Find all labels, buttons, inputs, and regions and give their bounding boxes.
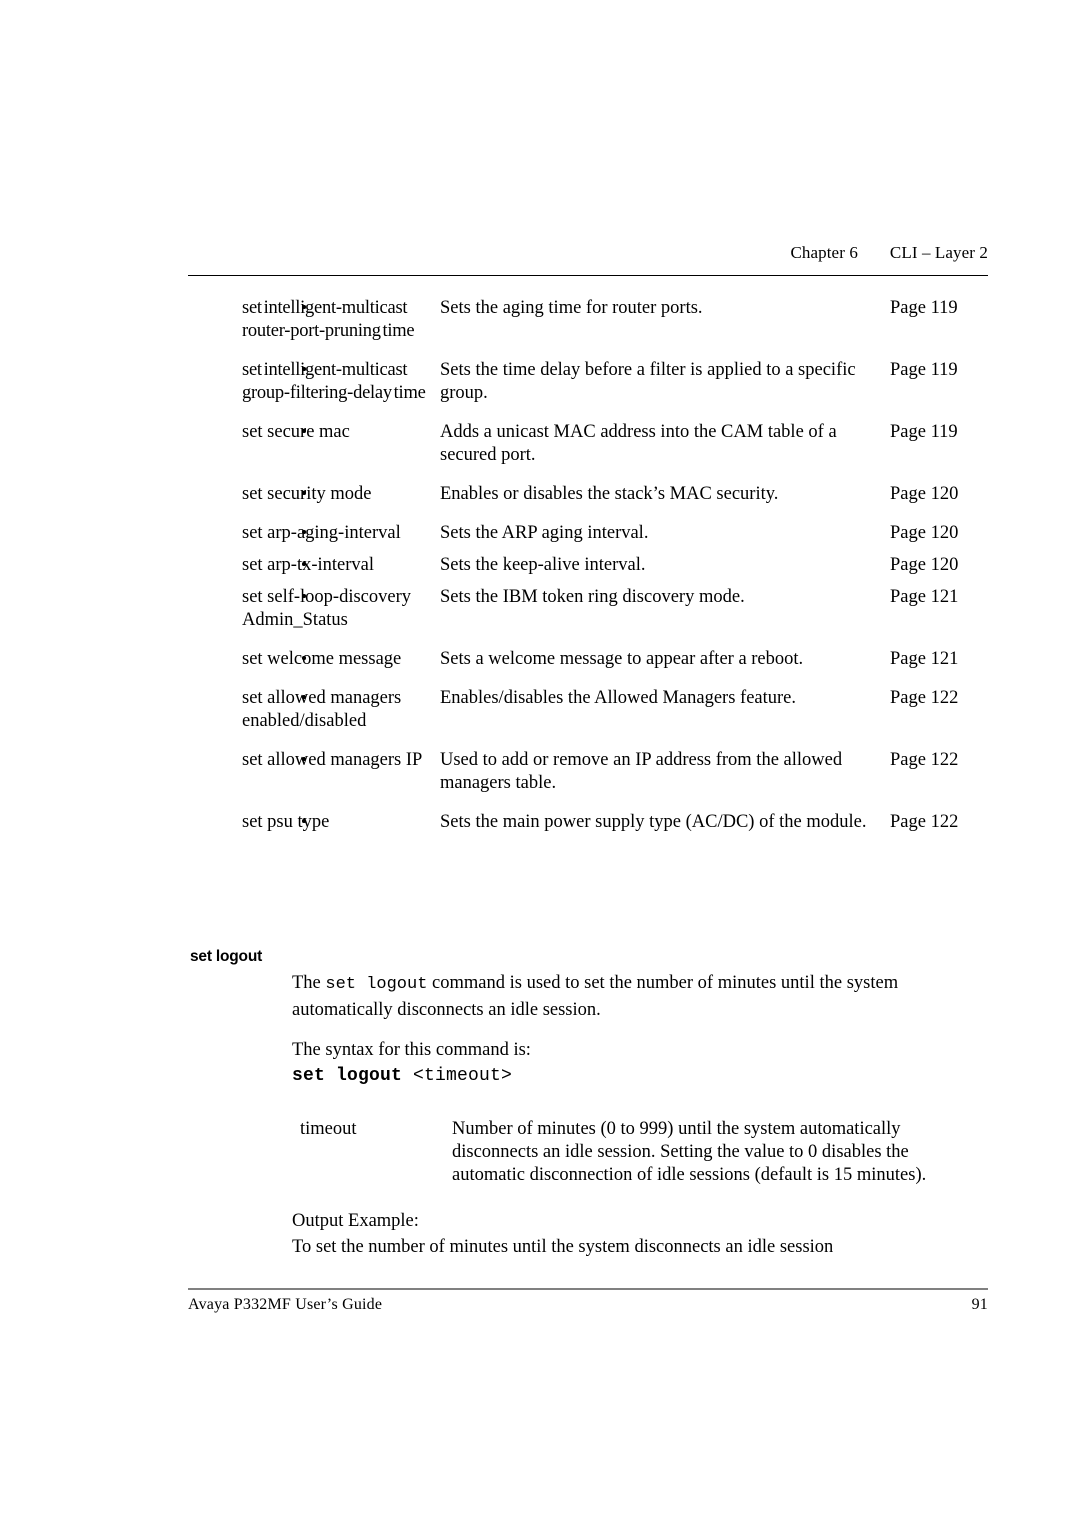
inline-command-code: set logout [325,975,428,994]
table-row: set psu type Sets the main power supply … [188,811,988,834]
page-reference[interactable]: Page 119 [880,421,988,444]
bullet-icon [302,530,306,534]
bullet-icon [302,695,306,699]
parameter-term: timeout [300,1119,357,1139]
command-cell: set welcome message [188,648,428,671]
syntax-command: set logout [292,1066,403,1086]
bullet-icon [302,656,306,660]
table-row: set security mode Enables or disables th… [188,483,988,506]
syntax-lead-in: The syntax for this command is: [292,1040,531,1060]
page-reference[interactable]: Page 120 [880,522,988,545]
command-description: Sets the aging time for router ports. [440,298,703,318]
table-row: set intelligent-multicast router-port-pr… [188,297,988,343]
command-name: set arp-aging-interval [242,523,401,543]
page-reference[interactable]: Page 122 [880,749,988,772]
running-head-section: CLI – Layer 2 [889,243,988,262]
parameter-description: Number of minutes (0 to 999) until the s… [452,1119,927,1185]
footer-rule [188,1288,988,1290]
command-name: set psu type [242,812,330,832]
command-name: set welcome message [242,649,402,669]
command-name: set allowed managers enabled/disabled [242,688,402,731]
page-reference[interactable]: Page 120 [880,483,988,506]
command-cell: set security mode [188,483,428,506]
command-name: set arp-tx-interval [242,555,375,575]
bullet-icon [302,367,306,371]
page-reference[interactable]: Page 119 [880,297,988,320]
document-page: Chapter 6 CLI – Layer 2 set intelligent-m… [0,0,1080,1528]
command-description: Sets the ARP aging interval. [440,523,649,543]
command-description: Sets the IBM token ring discovery mode. [440,587,745,607]
output-example-label: Output Example: [292,1211,419,1231]
running-head-chapter: Chapter 6 [790,243,858,262]
command-description: Sets a welcome message to appear after a… [440,649,804,669]
table-row: set intelligent-multicast group-filterin… [188,359,988,405]
table-row: set allowed managers enabled/disabled En… [188,687,988,733]
table-row: set allowed managers IP Used to add or r… [188,749,988,795]
bullet-icon [302,491,306,495]
output-example-text: To set the number of minutes until the s… [292,1236,834,1257]
command-description: Enables/disables the Allowed Managers fe… [440,688,797,708]
command-cell: set self-loop-discovery Admin_Status [188,586,428,632]
command-name: set security mode [242,484,372,504]
command-cell: set allowed managers IP [188,749,428,772]
command-cell: set intelligent-multicast group-filterin… [188,359,428,405]
command-cell: set arp-tx-interval [188,554,428,577]
command-description: Used to add or remove an IP address from… [440,750,843,793]
page-reference[interactable]: Page 120 [880,554,988,577]
table-row: set secure mac Adds a unicast MAC addres… [188,421,988,467]
page-reference[interactable]: Page 122 [880,687,988,710]
command-description: Sets the keep-alive interval. [440,555,646,575]
bullet-icon [302,429,306,433]
table-row: set arp-aging-interval Sets the ARP agin… [188,522,988,545]
page-reference[interactable]: Page 122 [880,811,988,834]
bullet-icon [302,305,306,309]
command-name: set intelligent-multicast group-filterin… [242,360,426,403]
command-cell: set psu type [188,811,428,834]
command-name: set secure mac [242,422,350,442]
table-row: set self-loop-discovery Admin_Status Set… [188,586,988,632]
page-footer: Avaya P332MF User’s Guide 91 [188,1296,988,1314]
bullet-icon [302,757,306,761]
footer-page-number: 91 [971,1296,988,1313]
command-description: Sets the time delay before a filter is a… [440,360,856,403]
command-description: Sets the main power supply type (AC/DC) … [440,812,867,832]
table-row: set arp-tx-interval Sets the keep-alive … [188,554,988,577]
section-intro-paragraph: The set logout command is used to set th… [292,971,968,1023]
command-description: Enables or disables the stack’s MAC secu… [440,484,779,504]
page-reference[interactable]: Page 121 [880,648,988,671]
command-name: set intelligent-multicast router-port-pr… [242,298,415,341]
section-heading: set logout [190,948,263,965]
syntax-argument: <timeout> [413,1066,513,1086]
page-reference[interactable]: Page 119 [880,359,988,382]
command-description: Adds a unicast MAC address into the CAM … [440,422,837,465]
table-row: set welcome message Sets a welcome messa… [188,648,988,671]
header-rule [188,275,988,276]
running-head: Chapter 6 CLI – Layer 2 [188,243,988,263]
command-cell: set arp-aging-interval [188,522,428,545]
footer-guide-title: Avaya P332MF User’s Guide [188,1296,383,1313]
command-syntax-line: set logout <timeout> [292,1066,512,1086]
bullet-icon [302,594,306,598]
command-name: set self-loop-discovery Admin_Status [242,587,412,630]
command-cell: set intelligent-multicast router-port-pr… [188,297,428,343]
page-reference[interactable]: Page 121 [880,586,988,609]
command-cell: set allowed managers enabled/disabled [188,687,428,733]
command-name: set allowed managers IP [242,750,423,770]
intro-text-before: The [292,973,326,993]
parameter-definition-row: timeout Number of minutes (0 to 999) unt… [300,1118,972,1187]
command-summary-table: set intelligent-multicast router-port-pr… [188,297,988,850]
bullet-icon [302,562,306,566]
output-example-block: Output Example: To set the number of min… [292,1209,968,1260]
command-cell: set secure mac [188,421,428,444]
bullet-icon [302,819,306,823]
